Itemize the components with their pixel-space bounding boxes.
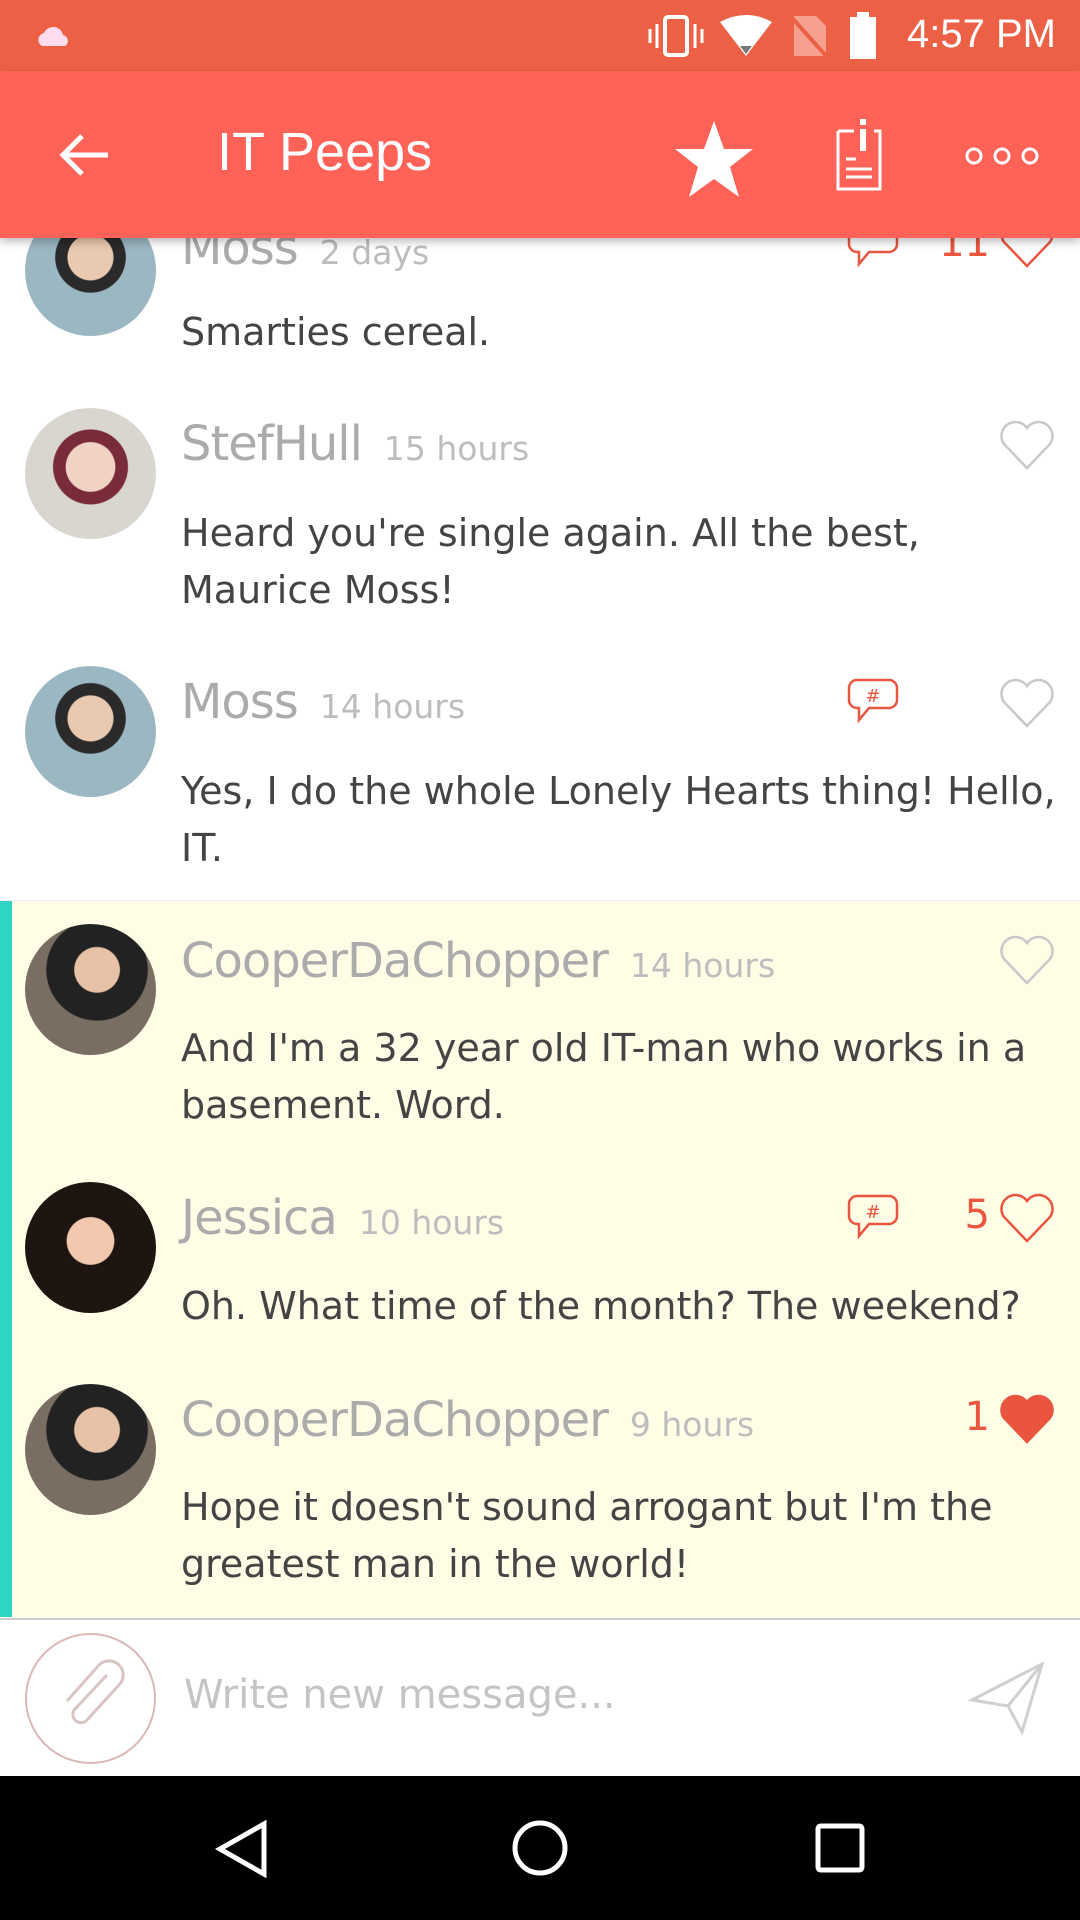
send-icon[interactable] xyxy=(968,1660,1046,1736)
heart-outline-icon[interactable] xyxy=(998,420,1056,472)
composer xyxy=(0,1618,1080,1776)
timestamp: 14 hours xyxy=(319,687,466,726)
back-arrow-icon[interactable] xyxy=(58,132,110,178)
svg-text:#: # xyxy=(865,686,880,707)
avatar[interactable] xyxy=(25,924,156,1055)
like-count: 1 xyxy=(964,1394,990,1440)
message-input[interactable] xyxy=(184,1660,934,1730)
toolbar: IT Peeps xyxy=(0,71,1080,238)
avatar[interactable] xyxy=(25,408,156,539)
home-nav-icon[interactable] xyxy=(510,1818,570,1878)
avatar[interactable] xyxy=(25,1182,156,1313)
heart-outline-icon[interactable] xyxy=(998,1193,1056,1245)
author-name[interactable]: CooperDaChopper xyxy=(181,1392,609,1448)
heart-filled-icon[interactable] xyxy=(998,1394,1056,1446)
timestamp: 9 hours xyxy=(629,1405,755,1444)
like-count: 5 xyxy=(964,1192,990,1238)
timestamp: 15 hours xyxy=(383,429,530,468)
heart-outline-icon[interactable] xyxy=(998,678,1056,730)
hashtag-comment-icon[interactable]: # xyxy=(847,1192,899,1242)
timestamp: 2 days xyxy=(319,233,430,272)
paperclip-icon xyxy=(65,1659,125,1725)
author-name[interactable]: Moss xyxy=(181,674,299,730)
message-text: Smarties cereal. xyxy=(181,310,491,354)
svg-text:#: # xyxy=(865,1202,880,1223)
vibrate-icon xyxy=(648,15,704,57)
navigation-bar xyxy=(0,1776,1080,1920)
timestamp: 10 hours xyxy=(358,1203,505,1242)
more-options-icon[interactable] xyxy=(964,146,1040,166)
avatar[interactable] xyxy=(25,1384,156,1515)
battery-icon xyxy=(850,12,876,59)
heart-outline-icon[interactable] xyxy=(998,935,1056,987)
star-icon[interactable] xyxy=(673,119,755,199)
clock: 4:57 PM xyxy=(907,12,1056,56)
status-bar: 4:57 PM xyxy=(0,0,1080,71)
avatar[interactable] xyxy=(25,666,156,797)
cloud-icon xyxy=(38,26,68,46)
page-title: IT Peeps xyxy=(217,122,433,182)
no-sim-icon xyxy=(790,16,830,58)
author-name[interactable]: Jessica xyxy=(181,1190,338,1246)
message-text: Heard you're single again. All the best,… xyxy=(181,511,920,612)
author-name[interactable]: CooperDaChopper xyxy=(181,933,609,989)
back-nav-icon[interactable] xyxy=(214,1820,270,1878)
recents-nav-icon[interactable] xyxy=(814,1822,866,1874)
info-document-icon[interactable] xyxy=(834,117,892,193)
message-text: Yes, I do the whole Lonely Hearts thing!… xyxy=(181,769,1056,870)
attach-button[interactable] xyxy=(25,1633,156,1764)
message-text: Oh. What time of the month? The weekend? xyxy=(181,1284,1021,1328)
thread-indicator xyxy=(0,901,12,1617)
author-name[interactable]: StefHull xyxy=(181,416,363,472)
wifi-icon xyxy=(720,15,772,56)
hashtag-comment-icon[interactable]: # xyxy=(847,676,899,726)
timestamp: 14 hours xyxy=(629,946,776,985)
message-text: And I'm a 32 year old IT-man who works i… xyxy=(181,1026,1027,1127)
message-text: Hope it doesn't sound arrogant but I'm t… xyxy=(181,1485,993,1586)
